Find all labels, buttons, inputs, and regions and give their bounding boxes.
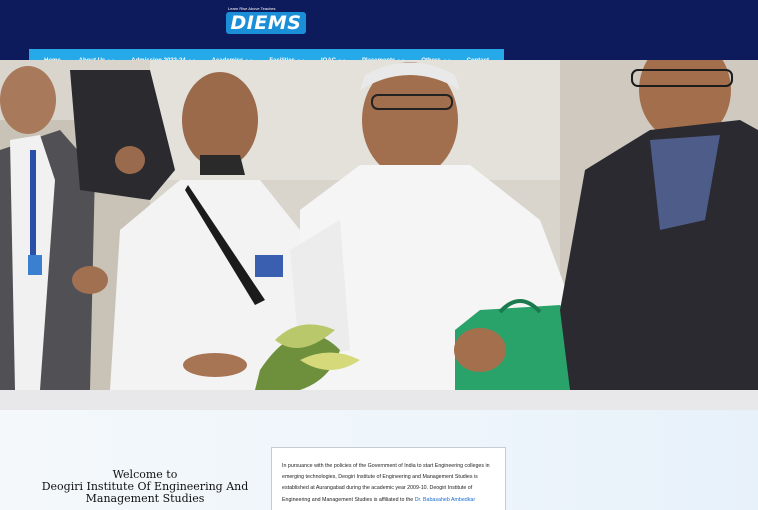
section-divider (0, 390, 758, 410)
university-link[interactable]: Dr. Babasaheb Ambedkar (415, 497, 475, 503)
logo-text: DIEMS (226, 12, 306, 34)
welcome-intro-card: In pursuance with the policies of the Go… (271, 447, 506, 510)
hero-photo (0, 60, 758, 390)
hero-photo-illustration (0, 60, 758, 390)
welcome-heading: Welcome to Deogiri Institute Of Engineer… (30, 469, 260, 505)
diems-logo[interactable]: Learn Rise Above Teaches DIEMS (226, 6, 308, 35)
welcome-line-3: Management Studies (85, 492, 205, 505)
welcome-section: Welcome to Deogiri Institute Of Engineer… (0, 410, 758, 510)
welcome-paragraph: In pursuance with the policies of the Go… (282, 461, 495, 506)
